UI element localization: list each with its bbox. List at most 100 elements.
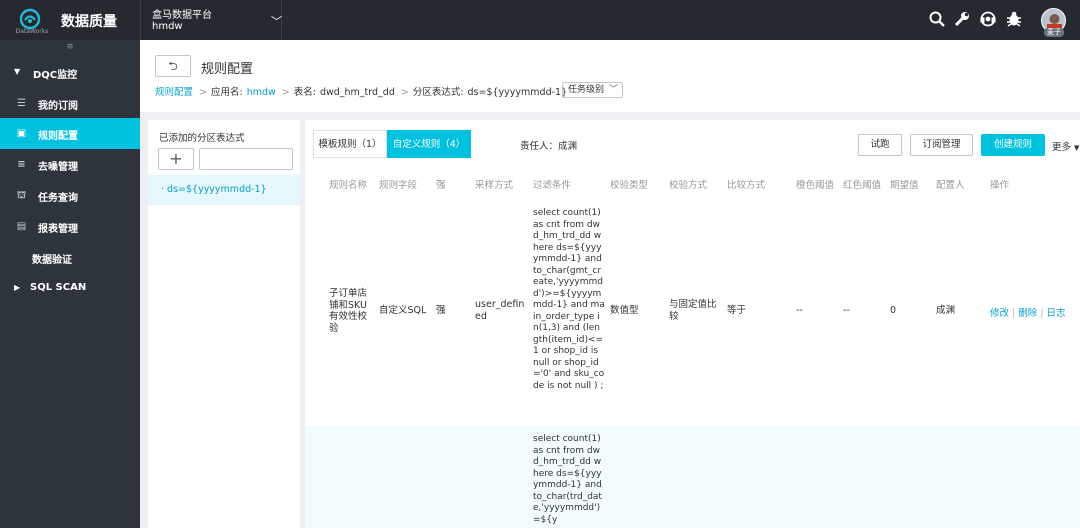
check-type-cell: 数值型	[610, 305, 639, 316]
expected-value-cell: 0	[890, 305, 897, 316]
breadcrumb-separator-icon: >	[281, 87, 290, 98]
rule-field-cell: 自定义SQL	[379, 305, 427, 316]
orange-threshold-cell: --	[796, 305, 803, 316]
task-query-icon: ⛫	[16, 190, 27, 201]
breadcrumb-table-label: 表名:	[293, 87, 316, 98]
action-separator: |	[1040, 308, 1044, 319]
sidebar-item-label: 报表管理	[38, 224, 78, 235]
breadcrumb-app-link[interactable]: hmdw	[247, 87, 276, 98]
table-row[interactable]: select count(1) as cnt from dwd_hm_trd_d…	[305, 426, 1080, 528]
app-title: 数据质量	[61, 14, 117, 30]
column-header: 红色阈值	[843, 180, 882, 191]
breadcrumb-separator-icon: >	[400, 87, 409, 98]
sidebar-item-dqc-monitor[interactable]: ▼ DQC监控	[0, 57, 140, 88]
trial-run-button[interactable]: 试跑	[858, 134, 902, 156]
action-separator: |	[1012, 308, 1016, 319]
logo[interactable]: DataWorks 数据质量	[0, 0, 140, 40]
sidebar-item-subscription[interactable]: ☰ 我的订阅	[0, 88, 140, 119]
add-partition-button[interactable]: +	[158, 148, 194, 170]
column-header: 校验类型	[610, 180, 649, 191]
rule-config-icon: ▣	[16, 128, 27, 139]
compare-cell: 等于	[727, 305, 747, 316]
sidebar-item-label: 我的订阅	[38, 101, 78, 112]
partition-list-title: 已添加的分区表达式	[159, 133, 245, 144]
log-link[interactable]: 日志	[1046, 308, 1065, 319]
column-header: 规则字段	[379, 180, 418, 191]
chevron-down-icon: ﹀	[608, 85, 618, 95]
subscription-icon: ☰	[17, 98, 26, 109]
subscription-manage-button[interactable]: 订阅管理	[910, 134, 973, 156]
sidebar-item-rule-config[interactable]: ▣ 规则配置	[0, 118, 140, 149]
report-icon: ▤	[16, 221, 27, 232]
tab-template-rules[interactable]: 模板规则（1）	[313, 130, 387, 158]
breadcrumb-root-link[interactable]: 规则配置	[155, 84, 193, 98]
project-name: 盒马数据平台	[152, 10, 212, 21]
sidebar-item-label: SQL SCAN	[30, 282, 87, 293]
column-header: 橙色阈值	[796, 180, 835, 191]
more-menu[interactable]: 更多 ▼	[1052, 139, 1079, 153]
sidebar-item-report[interactable]: ▤ 报表管理	[0, 211, 140, 242]
page-title: 规则配置	[201, 62, 254, 77]
filter-condition-cell: select count(1) as cnt from dwd_hm_trd_d…	[533, 434, 602, 525]
breadcrumb-app-label: 应用名:	[210, 87, 243, 98]
breadcrumb-partition-label: 分区表达式:	[412, 87, 464, 98]
delete-link[interactable]: 删除	[1018, 308, 1037, 319]
partition-list-panel: 已添加的分区表达式 + · ds=${yyyymmdd-1}	[148, 120, 300, 528]
page-header: ⮌ 规则配置 规则配置 > 应用名: hmdw > 表名: dwd_hm_trd_dd > 分区…	[140, 40, 1080, 112]
sidebar-item-label: 数据验证	[32, 255, 72, 266]
column-header: 过滤条件	[533, 180, 572, 191]
column-header: 比较方式	[727, 180, 766, 191]
column-header: 强	[436, 180, 446, 191]
column-header: 校验方式	[669, 180, 708, 191]
column-header: 规则名称	[329, 180, 368, 191]
back-button[interactable]: ⮌	[155, 55, 191, 77]
red-threshold-cell: --	[843, 305, 850, 316]
sidebar-item-label: 任务查询	[38, 193, 78, 204]
check-method-cell: 与固定值比较	[669, 299, 717, 322]
sidebar-item-label: 规则配置	[38, 131, 78, 142]
sidebar-item-data-validation[interactable]: 数据验证	[0, 242, 140, 273]
top-bar: DataWorks 数据质量 盒马数据平台 hmdw ﹀ 麦子	[0, 0, 1080, 40]
wrench-icon[interactable]	[953, 10, 971, 28]
bug-icon[interactable]	[1005, 10, 1023, 28]
search-icon[interactable]	[928, 10, 946, 28]
project-switcher[interactable]: 盒马数据平台 hmdw ﹀	[140, 0, 282, 40]
column-header: 配置人	[936, 180, 965, 191]
breadcrumb-partition-value: ds=${yyyymmdd-1}	[467, 87, 568, 98]
edit-link[interactable]: 修改	[990, 308, 1009, 319]
sidebar-item-denoise[interactable]: ≡ 去噪管理	[0, 149, 140, 180]
task-level-select[interactable]: 任务级别 ﹀	[562, 82, 623, 98]
create-rule-button[interactable]: 创建规则	[981, 134, 1045, 156]
breadcrumb-separator-icon: >	[199, 87, 207, 98]
configurer-cell: 成渊	[936, 305, 956, 316]
breadcrumb: 规则配置 > 应用名: hmdw > 表名: dwd_hm_trd_dd > 分区表达式: ds=…	[155, 84, 571, 98]
sidebar-item-task-query[interactable]: ⛫ 任务查询	[0, 180, 140, 211]
caret-right-icon: ▶	[14, 283, 21, 292]
chevron-down-icon: ﹀	[271, 15, 282, 28]
filter-condition-cell: select count(1) as cnt from dwd_hm_trd_d…	[533, 208, 605, 391]
sidebar-item-label: 去噪管理	[38, 162, 78, 173]
task-level-value: 任务级别	[568, 85, 605, 95]
partition-filter-input[interactable]	[199, 148, 293, 170]
rule-name-cell: 子订单店铺和SKU有效性校验	[329, 288, 368, 334]
app-root: DataWorks 数据质量 盒马数据平台 hmdw ﹀ 麦子 ≡ ▼ DQC监…	[0, 0, 1080, 528]
column-header: 期望值	[890, 180, 919, 191]
sidebar-collapse-icon[interactable]: ≡	[0, 40, 140, 54]
owner-label: 责任人：成渊	[520, 141, 578, 152]
denoise-icon: ≡	[17, 159, 26, 170]
more-label: 更多	[1052, 142, 1072, 153]
headset-icon[interactable]	[979, 10, 997, 28]
partition-list-item[interactable]: · ds=${yyyymmdd-1}	[148, 175, 300, 205]
column-header: 操作	[990, 180, 1010, 191]
row-actions: 修改 | 删除 | 日志	[990, 305, 1065, 319]
table-row[interactable]: 子订单店铺和SKU有效性校验 自定义SQL 强 user_defined sel…	[305, 200, 1080, 426]
sidebar-item-sql-scan[interactable]: ▶ SQL SCAN	[0, 273, 140, 304]
sidebar: ≡ ▼ DQC监控 ☰ 我的订阅 ▣ 规则配置 ≡ 去噪管理 ⛫ 任务查询 ▤ …	[0, 40, 140, 528]
strong-cell: 强	[436, 305, 446, 316]
column-header: 采样方式	[475, 180, 514, 191]
sidebar-item-label: DQC监控	[33, 70, 78, 81]
logo-text: DataWorks	[15, 28, 49, 35]
caret-down-icon: ▼	[1074, 144, 1080, 152]
rules-panel: 模板规则（1） 自定义规则（4） 责任人：成渊 试跑 订阅管理 创建规则 更多 …	[305, 120, 1080, 528]
tab-custom-rules[interactable]: 自定义规则（4）	[387, 130, 471, 158]
